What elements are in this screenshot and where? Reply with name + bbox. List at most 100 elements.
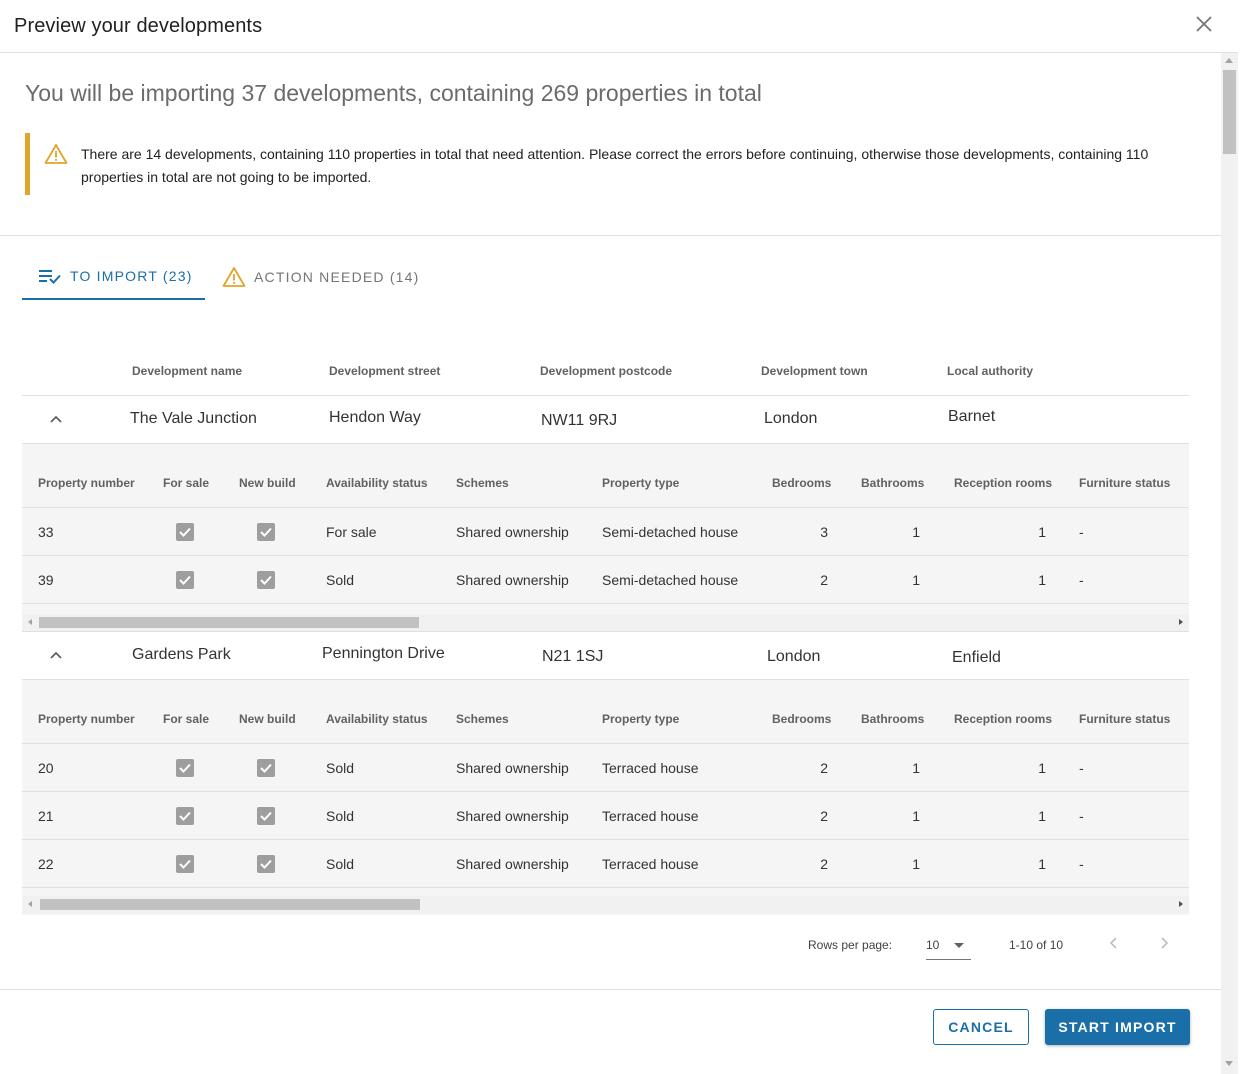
- property-row: 21 Sold Shared ownership Terraced house …: [22, 792, 1189, 840]
- col-header-schemes[interactable]: Schemes: [456, 712, 509, 726]
- dialog-content[interactable]: You will be importing 37 developments, c…: [0, 53, 1238, 990]
- tab-to-import[interactable]: TO IMPORT (23): [22, 253, 205, 300]
- property-number: 22: [38, 856, 54, 872]
- property-number: 33: [38, 524, 54, 540]
- furniture-status: -: [1079, 524, 1084, 540]
- col-header-development-postcode[interactable]: Development postcode: [540, 364, 672, 378]
- development-authority: Enfield: [952, 649, 1001, 666]
- new-build-checkbox[interactable]: [257, 571, 275, 589]
- horizontal-scrollbar[interactable]: [22, 896, 1189, 913]
- col-header-for-sale[interactable]: For sale: [163, 712, 209, 726]
- scrollbar-thumb[interactable]: [40, 899, 420, 910]
- col-header-for-sale[interactable]: For sale: [163, 476, 209, 490]
- start-import-button[interactable]: START IMPORT: [1045, 1009, 1190, 1045]
- pagination: Rows per page: 10 1-10 of 10: [0, 928, 1221, 968]
- col-header-development-name[interactable]: Development name: [132, 364, 242, 378]
- vertical-scrollbar[interactable]: [1221, 53, 1238, 1074]
- col-header-furniture-status[interactable]: Furniture status: [1079, 476, 1170, 490]
- col-header-property-type[interactable]: Property type: [602, 712, 679, 726]
- check-icon: [179, 811, 191, 821]
- scroll-right-arrow-icon[interactable]: [1179, 619, 1183, 625]
- chevron-up-icon[interactable]: [48, 648, 64, 664]
- for-sale-checkbox[interactable]: [176, 855, 194, 873]
- cancel-button[interactable]: CANCEL: [933, 1009, 1029, 1045]
- properties-panel: Property number For sale New build Avail…: [22, 680, 1189, 915]
- rows-per-page-value: 10: [926, 938, 940, 952]
- development-row[interactable]: Gardens Park Pennington Drive N21 1SJ Lo…: [22, 631, 1189, 680]
- for-sale-checkbox[interactable]: [176, 807, 194, 825]
- check-icon: [260, 811, 272, 821]
- development-town: London: [764, 410, 818, 427]
- bedrooms: 2: [820, 808, 828, 824]
- check-icon: [260, 763, 272, 773]
- col-header-schemes[interactable]: Schemes: [456, 476, 509, 490]
- new-build-checkbox[interactable]: [257, 855, 275, 873]
- col-header-development-street[interactable]: Development street: [329, 364, 440, 378]
- development-street: Pennington Drive: [322, 645, 445, 662]
- col-header-bathrooms[interactable]: Bathrooms: [861, 476, 924, 490]
- new-build-checkbox[interactable]: [257, 523, 275, 541]
- col-header-bedrooms[interactable]: Bedrooms: [772, 476, 831, 490]
- development-name: Gardens Park: [132, 646, 231, 663]
- property-number: 20: [38, 760, 54, 776]
- scrollbar-thumb[interactable]: [1223, 70, 1236, 154]
- col-header-development-town[interactable]: Development town: [761, 364, 868, 378]
- chevron-right-icon[interactable]: [1155, 934, 1173, 952]
- col-header-property-type[interactable]: Property type: [602, 476, 679, 490]
- col-header-furniture-status[interactable]: Furniture status: [1079, 712, 1170, 726]
- bedrooms: 3: [820, 524, 828, 540]
- property-row: 20 Sold Shared ownership Terraced house …: [22, 744, 1189, 792]
- development-authority: Barnet: [948, 408, 996, 425]
- new-build-checkbox[interactable]: [257, 759, 275, 777]
- col-header-new-build[interactable]: New build: [239, 476, 296, 490]
- reception-rooms: 1: [1038, 524, 1046, 540]
- col-header-reception-rooms[interactable]: Reception rooms: [954, 476, 1052, 490]
- bathrooms: 1: [912, 572, 920, 588]
- development-row[interactable]: The Vale Junction Hendon Way NW11 9RJ Lo…: [22, 395, 1189, 444]
- list-check-icon: [39, 269, 61, 284]
- properties-header: Property number For sale New build Avail…: [22, 680, 1189, 744]
- horizontal-scrollbar[interactable]: [22, 614, 1189, 631]
- property-type: Terraced house: [602, 760, 699, 776]
- scroll-up-arrow-icon[interactable]: [1225, 58, 1233, 63]
- warning-icon: [222, 266, 246, 287]
- bedrooms: 2: [820, 760, 828, 776]
- col-header-property-number[interactable]: Property number: [38, 476, 135, 490]
- for-sale-checkbox[interactable]: [176, 759, 194, 777]
- bedrooms: 2: [820, 572, 828, 588]
- scrollbar-thumb[interactable]: [39, 617, 419, 628]
- rows-per-page-label: Rows per page:: [808, 938, 893, 952]
- col-header-availability[interactable]: Availability status: [326, 476, 428, 490]
- close-button[interactable]: [1192, 12, 1216, 36]
- col-header-bathrooms[interactable]: Bathrooms: [861, 712, 924, 726]
- new-build-checkbox[interactable]: [257, 807, 275, 825]
- tab-label: ACTION NEEDED (14): [254, 268, 420, 285]
- for-sale-checkbox[interactable]: [176, 571, 194, 589]
- bathrooms: 1: [912, 760, 920, 776]
- check-icon: [179, 859, 191, 869]
- dialog-footer: CANCEL START IMPORT: [0, 989, 1221, 1074]
- col-header-availability[interactable]: Availability status: [326, 712, 428, 726]
- scroll-down-arrow-icon[interactable]: [1225, 1061, 1233, 1066]
- check-icon: [179, 575, 191, 585]
- col-header-bedrooms[interactable]: Bedrooms: [772, 712, 831, 726]
- tab-action-needed[interactable]: ACTION NEEDED (14): [222, 253, 420, 300]
- for-sale-checkbox[interactable]: [176, 523, 194, 541]
- attention-alert: There are 14 developments, containing 11…: [25, 133, 1205, 195]
- bathrooms: 1: [912, 856, 920, 872]
- rows-per-page-select[interactable]: 10: [926, 932, 971, 960]
- scroll-left-arrow-icon[interactable]: [28, 619, 32, 625]
- col-header-local-authority[interactable]: Local authority: [947, 364, 1033, 378]
- col-header-property-number[interactable]: Property number: [38, 712, 135, 726]
- scroll-left-arrow-icon[interactable]: [28, 901, 32, 907]
- col-header-new-build[interactable]: New build: [239, 712, 296, 726]
- chevron-up-icon[interactable]: [48, 412, 64, 428]
- availability-status: Sold: [326, 572, 355, 588]
- col-header-reception-rooms[interactable]: Reception rooms: [954, 712, 1052, 726]
- bedrooms: 2: [820, 856, 828, 872]
- scroll-right-arrow-icon[interactable]: [1179, 901, 1183, 907]
- dialog-title: Preview your developments: [14, 15, 263, 37]
- scheme: Shared ownership: [456, 808, 569, 824]
- furniture-status: -: [1079, 760, 1084, 776]
- chevron-left-icon[interactable]: [1105, 934, 1123, 952]
